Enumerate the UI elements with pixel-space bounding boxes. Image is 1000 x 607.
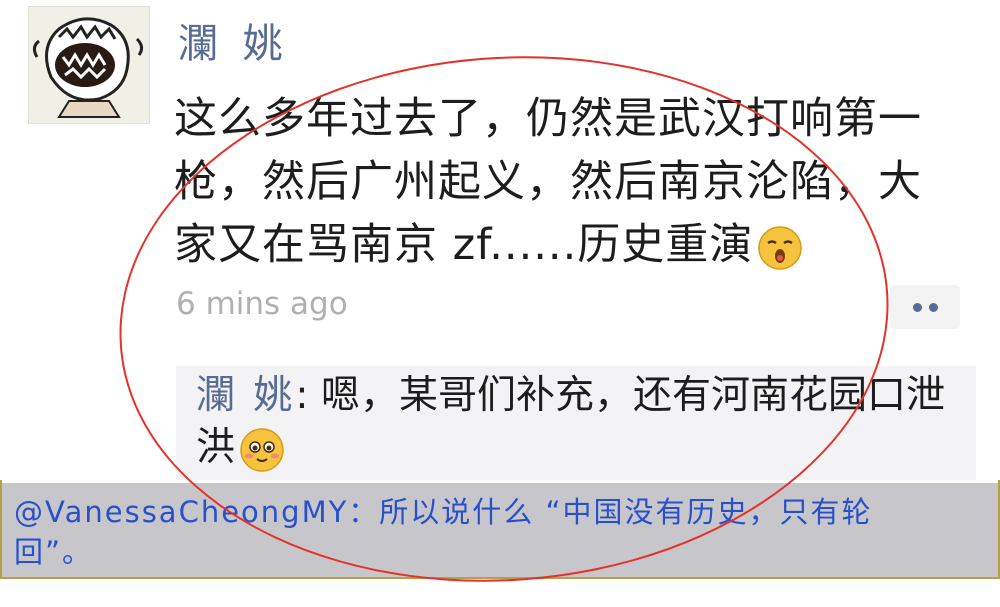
more-options-button[interactable] — [890, 285, 960, 329]
reply-author-name[interactable]: 瀾 姚 — [196, 373, 295, 418]
avatar[interactable] — [28, 6, 150, 124]
reply-content-2: 洪 — [196, 425, 236, 470]
reply-line-1: 瀾 姚: 嗯，某哥们补充，还有河南花园口泄 — [196, 370, 966, 422]
sleepy-face-emoji-icon — [758, 225, 803, 270]
comment-line-2: 枪，然后广州起义，然后南京沦陷，大 — [174, 157, 922, 207]
reply-content-1: 嗯，某哥们补充，还有河南花园口泄 — [320, 373, 945, 418]
cartoon-shouting-avatar-icon — [32, 17, 144, 118]
reply-text: 瀾 姚: 嗯，某哥们补充，还有河南花园口泄 洪 — [196, 370, 966, 474]
comment-line-1: 这么多年过去了，仍然是武汉打响第一 — [174, 94, 922, 144]
caption-text: @VanessaCheongMY：所以说什么 “中国没有历史，只有轮 回”。 — [14, 492, 990, 572]
more-dots-icon — [912, 302, 938, 312]
comment-author-name[interactable]: 瀾 姚 — [178, 20, 289, 68]
comment-line-3: 家又在骂南京 zf......历史重演 — [174, 214, 974, 277]
comment-text: 这么多年过去了，仍然是武汉打响第一 枪，然后广州起义，然后南京沦陷，大 家又在骂… — [174, 88, 974, 277]
dot — [928, 302, 938, 312]
comment-line-3-text: 家又在骂南京 zf......历史重演 — [174, 220, 754, 270]
caption-line-1: @VanessaCheongMY：所以说什么 “中国没有历史，只有轮 — [14, 495, 873, 529]
dot — [912, 302, 922, 312]
reply-separator: : — [295, 373, 321, 418]
reply-line-2: 洪 — [196, 422, 966, 474]
moments-comment-post: 瀾 姚 这么多年过去了，仍然是武汉打响第一 枪，然后广州起义，然后南京沦陷，大 … — [0, 0, 1000, 480]
caption-line-2: 回”。 — [14, 535, 94, 569]
comment-timestamp: 6 mins ago — [176, 286, 348, 322]
blushing-face-emoji-icon — [240, 427, 284, 472]
